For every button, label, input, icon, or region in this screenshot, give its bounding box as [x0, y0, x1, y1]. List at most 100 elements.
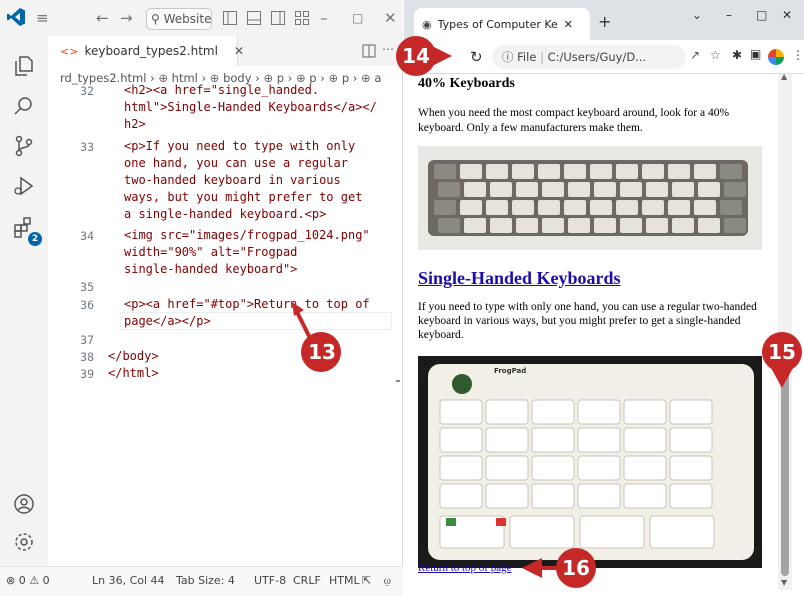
status-bar: ⊗ 0 ⚠ 0 Ln 36, Col 44 Tab Size: 4 UTF-8 …	[0, 566, 403, 596]
keycap	[672, 218, 694, 233]
line-number: 33	[80, 140, 94, 154]
tab-size[interactable]: Tab Size: 4	[176, 567, 235, 595]
keycap	[509, 515, 575, 549]
code-line: two-handed keyboard in various	[124, 173, 341, 187]
line-number: 39	[80, 367, 94, 381]
keycap	[485, 483, 529, 509]
keycap	[531, 483, 575, 509]
browser-tab-title: Types of Computer Keyboard	[437, 17, 558, 31]
maximize-icon[interactable]: □	[352, 8, 363, 28]
code-line: <h2><a href="single_handed.	[124, 83, 320, 97]
code-editor[interactable]: 32 <h2><a href="single_handed. html">Sin…	[48, 83, 400, 566]
single-handed-link[interactable]: Single-Handed Keyboards	[418, 268, 621, 289]
toggle-secondary-sidebar-icon[interactable]	[270, 10, 286, 26]
run-debug-icon[interactable]	[12, 174, 36, 198]
keycap	[460, 164, 482, 179]
keycap	[460, 200, 482, 215]
keycap	[464, 218, 486, 233]
code-line: </html>	[108, 366, 159, 380]
keycap	[485, 427, 529, 453]
breadcrumb-p[interactable]: p	[342, 71, 349, 85]
customize-layout-icon[interactable]	[294, 10, 310, 26]
keycap	[464, 182, 486, 197]
keycap	[485, 399, 529, 425]
html-file-icon: <>	[60, 44, 79, 58]
notifications-bell-icon[interactable]: ⍹	[384, 567, 391, 595]
toggle-panel-icon[interactable]	[246, 10, 262, 26]
language-mode[interactable]: HTML	[329, 567, 360, 595]
keycap	[512, 164, 534, 179]
line-number: 35	[80, 280, 94, 294]
line-number: 36	[80, 298, 94, 312]
keycap	[672, 182, 694, 197]
close-tab-icon[interactable]: ✕	[234, 44, 244, 58]
scroll-down-icon[interactable]: ▼	[781, 578, 787, 587]
profile-avatar[interactable]	[768, 49, 784, 65]
bookmark-star-icon[interactable]: ☆	[710, 48, 721, 62]
forward-arrow-icon[interactable]: →	[120, 8, 133, 28]
search-sidebar-icon[interactable]	[12, 94, 36, 118]
editor-tab[interactable]: <> keyboard_types2.html ✕	[48, 36, 244, 66]
breadcrumb-a[interactable]: a	[374, 71, 381, 85]
editor-scroll-marker	[396, 380, 400, 382]
keycap	[668, 200, 690, 215]
keycap	[642, 200, 664, 215]
chevron-right-icon: ›	[320, 71, 329, 85]
feedback-icon[interactable]: ⇱	[362, 567, 371, 595]
tab-search-chevron-icon[interactable]: ⌄	[692, 8, 702, 22]
line-number: 37	[80, 333, 94, 347]
keycap	[564, 200, 586, 215]
keycap	[668, 164, 690, 179]
scroll-up-icon[interactable]: ▲	[781, 72, 787, 81]
code-line: h2>	[124, 117, 146, 131]
source-control-icon[interactable]	[12, 134, 36, 158]
close-window-icon[interactable]: ✕	[782, 8, 792, 22]
toggle-sidebar-icon[interactable]	[222, 10, 238, 26]
reload-icon[interactable]: ↻	[470, 48, 483, 66]
encoding[interactable]: UTF-8	[254, 567, 286, 595]
back-arrow-icon[interactable]: ←	[96, 8, 109, 28]
editor-tab-label: keyboard_types2.html	[84, 44, 218, 58]
minimize-icon[interactable]: –	[320, 8, 328, 28]
keycap	[616, 164, 638, 179]
return-to-top-link[interactable]: Return to top of page	[418, 562, 511, 574]
keycap	[542, 218, 564, 233]
keycap	[577, 399, 621, 425]
sidebar-icon[interactable]: ▣	[750, 47, 761, 61]
info-icon: ⓘ	[502, 50, 514, 64]
address-bar[interactable]: ⓘ File | C:/Users/Guy/D...	[492, 45, 686, 69]
close-window-icon[interactable]: ✕	[384, 8, 397, 28]
manage-gear-icon[interactable]	[12, 530, 36, 554]
frogpad-label: FrogPad	[494, 367, 527, 375]
keycap	[724, 182, 746, 197]
explorer-icon[interactable]	[12, 54, 36, 78]
line-ending[interactable]: CRLF	[293, 567, 321, 595]
menu-icon[interactable]: ≡	[36, 8, 49, 28]
keycap	[642, 164, 664, 179]
extensions-puzzle-icon[interactable]: ✱	[732, 48, 742, 62]
keycap	[577, 483, 621, 509]
keycap	[434, 164, 456, 179]
account-icon[interactable]	[12, 492, 36, 516]
minimize-icon[interactable]: –	[726, 8, 732, 22]
chevron-right-icon: ›	[352, 71, 362, 85]
share-icon[interactable]: ↗	[690, 48, 700, 62]
keycap	[669, 427, 713, 453]
cursor-position[interactable]: Ln 36, Col 44	[92, 567, 165, 595]
new-tab-icon[interactable]: +	[598, 12, 611, 31]
maximize-icon[interactable]: □	[756, 8, 767, 22]
divider: |	[540, 50, 548, 64]
close-tab-icon[interactable]: ✕	[564, 18, 573, 31]
element-icon: ⊕	[328, 71, 339, 85]
problems-indicator[interactable]: ⊗ 0 ⚠ 0	[6, 567, 50, 595]
search-label: Website	[163, 12, 212, 26]
command-center-search[interactable]: ⚲ Website	[146, 8, 212, 30]
code-line: ways, but you might prefer to get	[124, 190, 363, 204]
menu-kebab-icon[interactable]: ⋮	[792, 48, 804, 62]
split-editor-icon[interactable]	[362, 44, 376, 58]
keycap	[623, 427, 667, 453]
code-line: one hand, you can use a regular	[124, 156, 348, 170]
callout-14-label: 14	[402, 44, 430, 68]
keycap	[698, 182, 720, 197]
keycap	[616, 200, 638, 215]
